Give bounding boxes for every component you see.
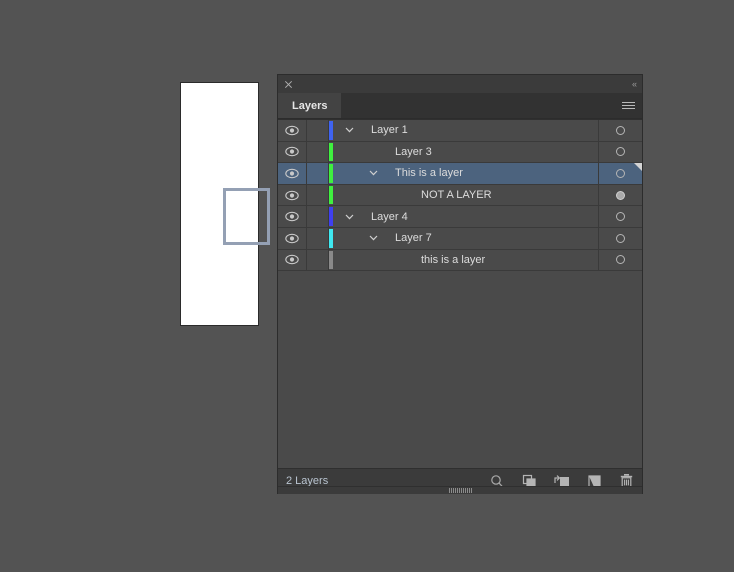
chevron-down-icon[interactable] [339,127,359,133]
visibility-toggle-7[interactable] [278,249,307,271]
collapse-chevrons-icon[interactable]: « [632,79,637,89]
layer-row-content: NOT A LAYER [329,185,598,206]
grip-lines [448,488,472,493]
resize-grip[interactable] [278,486,642,494]
layer-color-swatch [329,207,333,226]
layer-name-label[interactable]: This is a layer [395,167,463,179]
close-icon[interactable] [284,80,293,89]
layer-color-swatch [329,142,333,162]
rectangle-outline-shape[interactable] [223,188,270,245]
target-dot [616,212,625,222]
layer-row[interactable]: this is a layer [278,249,642,272]
layer-name-label[interactable]: NOT A LAYER [421,189,492,201]
layer-color-swatch [329,228,333,248]
layer-row[interactable]: This is a layer [278,163,642,185]
tabbar-spacer [341,93,620,118]
panel-titlebar: « [278,75,642,93]
lock-toggle-7[interactable] [307,249,329,271]
layer-name-label[interactable]: Layer 1 [371,124,408,136]
visibility-toggle-4[interactable] [278,184,307,206]
layer-name-label[interactable]: this is a layer [421,254,485,266]
layer-row[interactable]: Layer 7 [278,227,642,250]
layer-row-content: Layer 1 [329,120,598,141]
target-dot [616,255,625,265]
target-indicator-7[interactable] [598,249,642,271]
selection-corner-marker [634,163,642,172]
target-dot [616,168,625,178]
layer-name-label[interactable]: Layer 3 [395,146,432,158]
layer-row[interactable]: Layer 3 [278,141,642,164]
lock-toggle-4[interactable] [307,184,329,206]
target-indicator-4[interactable] [598,184,642,206]
panel-tabbar: Layers [278,93,642,119]
layer-color-swatch [329,185,333,205]
panel-menu-icon[interactable] [620,93,642,118]
lock-toggle-5[interactable] [307,206,329,227]
layer-row[interactable]: NOT A LAYER [278,184,642,207]
layer-name-label[interactable]: Layer 7 [395,232,432,244]
target-indicator-6[interactable] [598,227,642,249]
layer-color-swatch [329,250,333,270]
layer-row-content: Layer 7 [329,228,598,249]
layer-list[interactable]: Layer 1 Layer 3 This is a layer NOT A LAYER… [278,119,642,468]
target-dot [616,190,625,200]
target-indicator-5[interactable] [598,206,642,227]
visibility-toggle-5[interactable] [278,206,307,227]
chevron-down-icon[interactable] [339,214,359,220]
layer-row-content: This is a layer [329,163,598,184]
layer-row[interactable]: Layer 1 [278,120,642,142]
visibility-toggle-3[interactable] [278,163,307,184]
visibility-toggle-6[interactable] [278,227,307,249]
artboard[interactable] [180,82,270,326]
lock-toggle-1[interactable] [307,120,329,141]
layer-row[interactable]: Layer 4 [278,206,642,228]
layer-name-label[interactable]: Layer 4 [371,211,408,223]
target-dot [616,147,625,157]
tab-layers-label: Layers [292,99,328,112]
lock-toggle-2[interactable] [307,141,329,163]
visibility-toggle-1[interactable] [278,120,307,141]
app-canvas: « Layers Layer 1 Layer 3 This is a layer NO… [0,0,734,572]
layer-color-swatch [329,164,333,183]
layer-row-content: Layer 4 [329,206,598,227]
target-indicator-1[interactable] [598,120,642,141]
tab-layers[interactable]: Layers [278,93,342,118]
target-dot [616,125,625,135]
lock-toggle-6[interactable] [307,227,329,249]
target-indicator-2[interactable] [598,141,642,163]
layer-color-swatch [329,121,333,140]
layer-row-content: Layer 3 [329,142,598,163]
chevron-down-icon[interactable] [363,235,383,241]
visibility-toggle-2[interactable] [278,141,307,163]
chevron-down-icon[interactable] [363,170,383,176]
lock-toggle-3[interactable] [307,163,329,184]
target-dot [616,233,625,243]
layer-row-content: this is a layer [329,250,598,271]
layers-panel: « Layers Layer 1 Layer 3 This is a layer NO… [277,74,643,494]
